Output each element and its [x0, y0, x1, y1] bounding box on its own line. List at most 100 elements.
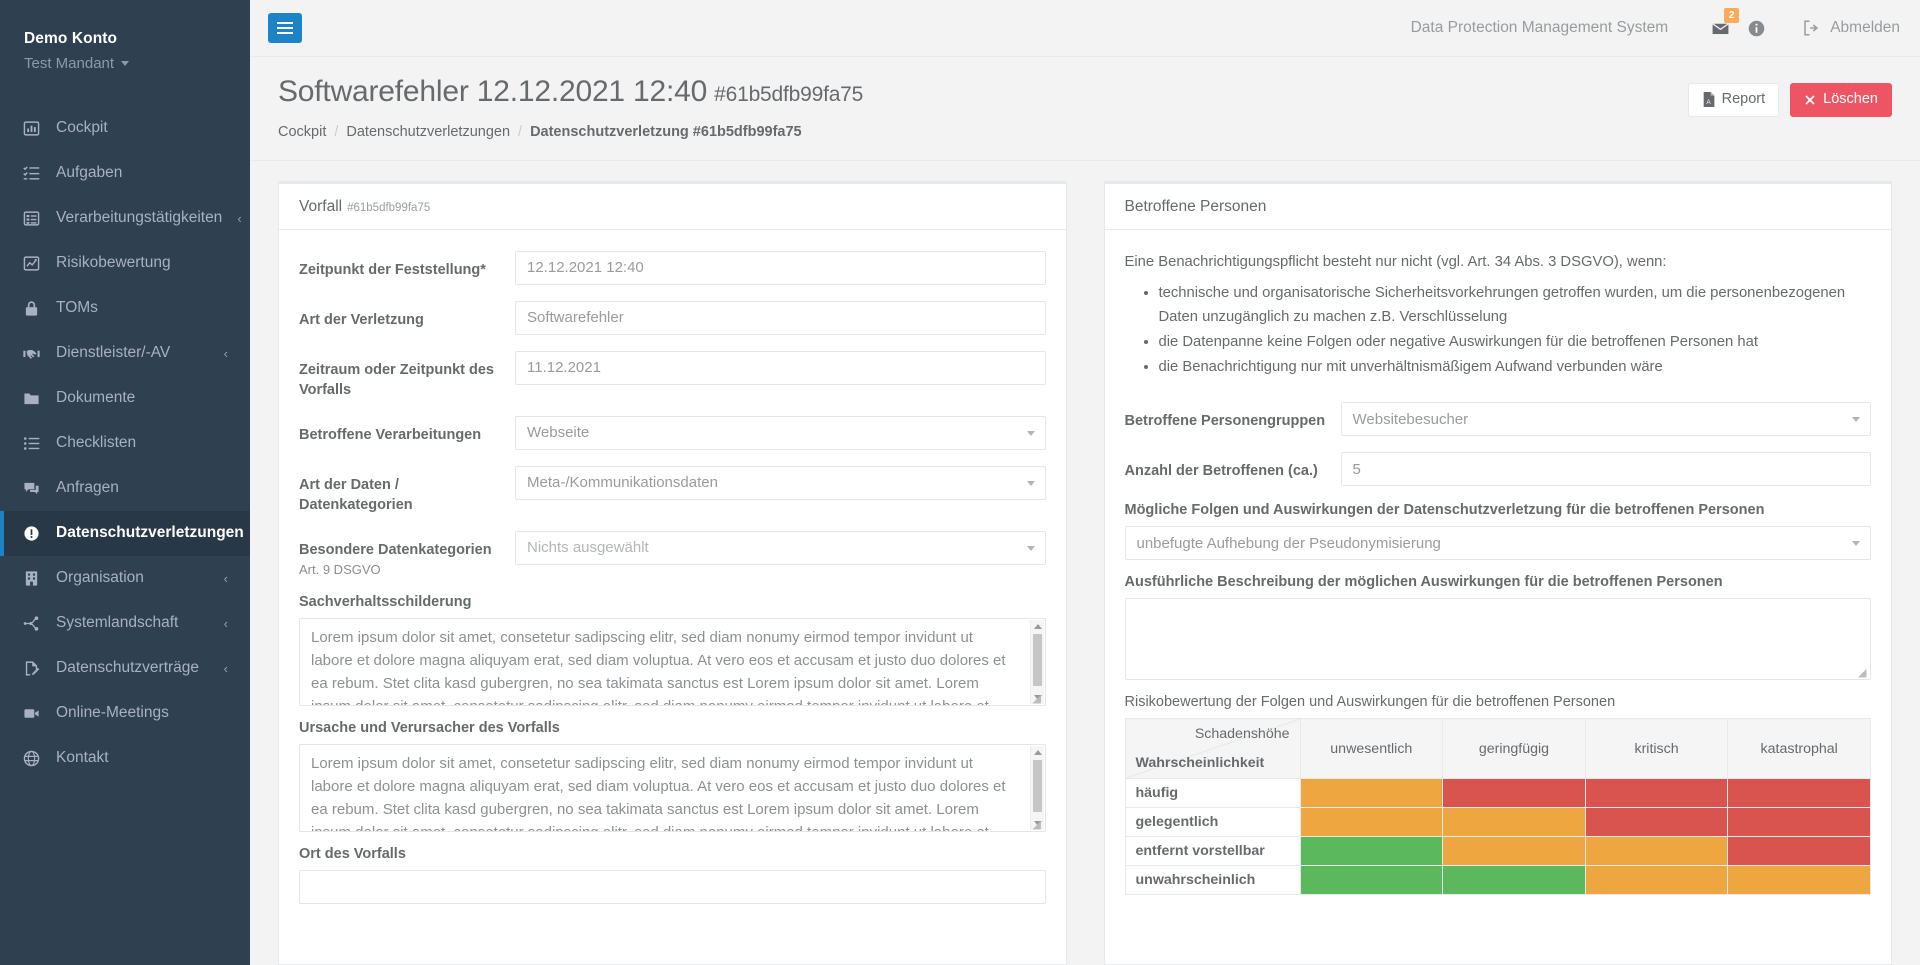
- page-title-text: Softwarefehler 12.12.2021 12:40: [278, 75, 708, 108]
- matrix-cell-gelegentlich-unwesentlich[interactable]: [1299, 807, 1444, 838]
- matrix-cell-entfernt-vorstellbar-kritisch[interactable]: [1584, 836, 1729, 867]
- matrix-cell-unwahrscheinlich-kritisch[interactable]: [1584, 865, 1729, 896]
- logout-button[interactable]: Abmelden: [1802, 19, 1900, 37]
- sidebar-item-dienstleister-av[interactable]: Dienstleister/-AV ‹: [0, 331, 250, 376]
- field-select-besondere-datenkategorien[interactable]: Nichts ausgewählt: [515, 530, 1046, 565]
- folgen-value: unbefugte Aufhebung der Pseudonymisierun…: [1136, 534, 1441, 552]
- network-icon: [22, 614, 41, 633]
- chart-bar-icon: [22, 119, 41, 138]
- textarea-label-ursache-und-verursacher-des-vorfalls: Ursache und Verursacher des Vorfalls: [299, 720, 560, 737]
- sidebar-item-organisation[interactable]: Organisation ‹: [0, 556, 250, 601]
- notification-exception-list: technische und organisatorische Sicherhe…: [1125, 282, 1872, 380]
- personengruppen-select[interactable]: Websitebesucher: [1340, 402, 1871, 437]
- matrix-cell-gelegentlich-kritisch[interactable]: [1584, 807, 1729, 838]
- sidebar-item-toms[interactable]: TOMs: [0, 286, 250, 331]
- page-header: Softwarefehler 12.12.2021 12:40 #61b5dfb9…: [250, 57, 1920, 161]
- textarea-sachverhaltsschilderung[interactable]: Lorem ipsum dolor sit amet, consetetur s…: [299, 618, 1046, 707]
- scrollbar-thumb[interactable]: [1032, 760, 1042, 813]
- textarea-scrollbar[interactable]: [1029, 746, 1044, 831]
- field-control: 11.12.2021: [515, 350, 1046, 385]
- matrix-cell-gelegentlich-geringfügig[interactable]: [1442, 807, 1586, 838]
- anzahl-betroffene-input[interactable]: 5: [1340, 452, 1871, 487]
- field-input-zeitraum-oder-zeitpunkt-des-vorfalls[interactable]: 11.12.2021: [515, 350, 1046, 385]
- field-label-zeitraum-oder-zeitpunkt-des-vorfalls: Zeitraum oder Zeitpunkt des Vorfalls: [299, 351, 515, 400]
- report-button[interactable]: A Report: [1687, 83, 1780, 117]
- content-area: Vorfall #61b5dfb99fa75 Zeitpunkt der Fest…: [250, 161, 1920, 965]
- form-row-besondere-datenkategorien: Besondere Datenkategorien Art. 9 DSGVO Nic…: [299, 530, 1046, 579]
- risikomatrix-label: Risikobewertung der Folgen und Auswirkun…: [1124, 694, 1616, 711]
- location-input[interactable]: [299, 870, 1046, 905]
- sidebar-item-datenschutzvertr-ge[interactable]: Datenschutzverträge ‹: [0, 646, 250, 691]
- field-select-betroffene-verarbeitungen[interactable]: Webseite: [515, 415, 1046, 450]
- sidebar-item-verarbeitungst-tigkeiten[interactable]: Verarbeitungstätigkeiten ‹: [0, 196, 250, 241]
- list-icon: [22, 434, 41, 453]
- right-column: Betroffene Personen Eine Benachrichtigun…: [1103, 180, 1892, 965]
- resize-grip-icon[interactable]: ◢: [1858, 668, 1868, 679]
- textarea-ursache-und-verursacher-des-vorfalls[interactable]: Lorem ipsum dolor sit amet, consetetur s…: [299, 744, 1046, 833]
- sidebar-item-label: Verarbeitungstätigkeiten: [56, 209, 223, 227]
- sidebar-item-checklisten[interactable]: Checklisten: [0, 421, 250, 466]
- resize-grip-icon[interactable]: ◢: [1033, 820, 1043, 831]
- matrix-row-header: unwahrscheinlich: [1124, 865, 1301, 896]
- field-control: Webseite: [515, 415, 1046, 450]
- matrix-row: gelegentlich: [1124, 807, 1871, 838]
- field-input-art-der-verletzung[interactable]: Softwarefehler: [515, 300, 1046, 335]
- matrix-cell-unwahrscheinlich-katastrophal[interactable]: [1727, 865, 1871, 896]
- sidebar-item-systemlandschaft[interactable]: Systemlandschaft ‹: [0, 601, 250, 646]
- chevron-down-icon: [1026, 480, 1035, 486]
- matrix-cell-häufig-geringfügig[interactable]: [1442, 778, 1586, 809]
- matrix-cell-häufig-katastrophal[interactable]: [1727, 778, 1871, 809]
- messages-button[interactable]: 2: [1702, 8, 1740, 46]
- matrix-cell-gelegentlich-katastrophal[interactable]: [1727, 807, 1871, 838]
- sidebar-item-risikobewertung[interactable]: Risikobewertung: [0, 241, 250, 286]
- matrix-cell-unwahrscheinlich-unwesentlich[interactable]: [1299, 865, 1444, 896]
- resize-grip-icon[interactable]: ◢: [1033, 694, 1043, 705]
- tenant-selector[interactable]: Test Mandant: [24, 53, 226, 74]
- field-label-text: Besondere Datenkategorien: [299, 541, 492, 558]
- field-input-zeitpunkt-der-feststellung[interactable]: 12.12.2021 12:40: [515, 250, 1046, 285]
- info-button[interactable]: [1738, 10, 1774, 46]
- breadcrumb-item-cockpit[interactable]: Cockpit: [278, 124, 326, 140]
- sidebar-item-aufgaben[interactable]: Aufgaben: [0, 151, 250, 196]
- matrix-cell-entfernt-vorstellbar-geringfügig[interactable]: [1442, 836, 1586, 867]
- sidebar-item-online-meetings[interactable]: Online-Meetings: [0, 691, 250, 736]
- breadcrumb: Cockpit / Datenschutzverletzungen / Date…: [278, 124, 1688, 140]
- matrix-cell-häufig-unwesentlich[interactable]: [1299, 778, 1444, 809]
- beschreibung-textarea[interactable]: ◢: [1124, 598, 1871, 681]
- scrollbar-thumb[interactable]: [1032, 634, 1042, 687]
- folder-icon: [24, 393, 39, 404]
- matrix-cell-häufig-kritisch[interactable]: [1584, 778, 1729, 809]
- matrix-row-header: häufig: [1124, 778, 1301, 809]
- sidebar-item-kontakt[interactable]: Kontakt: [0, 736, 250, 781]
- textarea-scrollbar[interactable]: [1029, 620, 1044, 705]
- matrix-col-header: unwesentlich: [1299, 718, 1444, 780]
- sidebar-item-label: Organisation: [56, 569, 144, 587]
- sidebar-item-anfragen[interactable]: Anfragen: [0, 466, 250, 511]
- matrix-cell-unwahrscheinlich-geringfügig[interactable]: [1442, 865, 1586, 896]
- matrix-cell-entfernt-vorstellbar-unwesentlich[interactable]: [1299, 836, 1444, 867]
- breadcrumb-item-datenschutzverletzungen[interactable]: Datenschutzverletzungen: [346, 124, 510, 140]
- report-label: Report: [1721, 91, 1766, 107]
- exception-list-item: die Datenpanne keine Folgen oder negativ…: [1159, 331, 1872, 355]
- field-label-besondere-datenkategorien: Besondere Datenkategorien Art. 9 DSGVO: [299, 531, 515, 579]
- folgen-select[interactable]: unbefugte Aufhebung der Pseudonymisierun…: [1124, 526, 1871, 561]
- sidebar-item-label: Dokumente: [56, 389, 136, 407]
- field-select-art-der-daten-datenkategorien[interactable]: Meta-/Kommunikationsdaten: [515, 465, 1046, 500]
- sidebar-item-cockpit[interactable]: Cockpit: [0, 106, 250, 151]
- vorfall-title-text: Vorfall: [299, 197, 343, 215]
- sidebar-item-dokumente[interactable]: Dokumente: [0, 376, 250, 421]
- scroll-up-arrow-icon[interactable]: [1033, 624, 1042, 630]
- sidebar-item-label: Datenschutzverträge: [56, 659, 200, 677]
- scroll-up-arrow-icon[interactable]: [1033, 750, 1042, 756]
- location-label: Ort des Vorfalls: [299, 846, 406, 863]
- delete-button[interactable]: Löschen: [1790, 83, 1892, 117]
- chevron-down-icon: [1852, 541, 1860, 547]
- menu-toggle-button[interactable]: [268, 13, 302, 43]
- svg-text:A: A: [1706, 99, 1711, 106]
- brand-block[interactable]: Demo Konto Test Mandant: [0, 0, 250, 100]
- sidebar-item-label: Risikobewertung: [56, 254, 171, 272]
- sidebar-item-datenschutzverletzungen[interactable]: Datenschutzverletzungen: [0, 510, 250, 556]
- matrix-row-header: entfernt vorstellbar: [1124, 836, 1301, 867]
- matrix-cell-entfernt-vorstellbar-katastrophal[interactable]: [1727, 836, 1871, 867]
- matrix-row: unwahrscheinlich: [1124, 865, 1871, 896]
